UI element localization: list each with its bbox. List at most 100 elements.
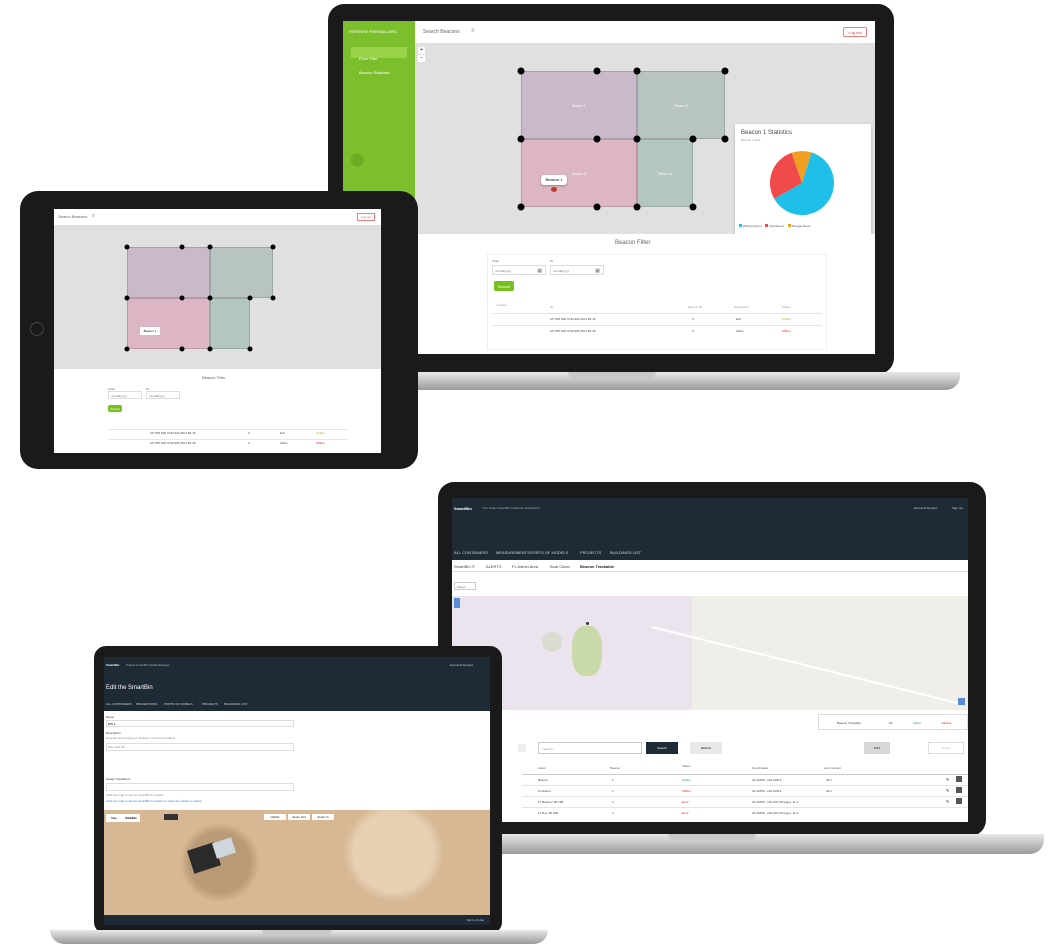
calendar-icon[interactable]: ▦ [595, 268, 600, 274]
room-4[interactable]: Room 4 [637, 139, 693, 207]
corner-node[interactable] [179, 295, 185, 301]
corner-node[interactable] [721, 67, 729, 75]
from-date-input[interactable]: mm/dd/yyyy ▦ [492, 265, 546, 275]
assignment-input[interactable] [106, 783, 294, 791]
nav-tab-projections[interactable]: PROJECTIONS [136, 702, 157, 706]
nav-tab-buildings[interactable]: BUILDINGS LIST [224, 702, 247, 706]
from-date-input[interactable]: mm/dd/yyyy [108, 391, 142, 399]
nav-tab-all-containers[interactable]: ALL CONTAINERS [454, 550, 488, 555]
satellite-map[interactable]: Map Satellite Hybrid Zoom Out Zoom In [104, 810, 490, 915]
corner-node[interactable] [207, 244, 213, 250]
map-button[interactable]: Hybrid [264, 814, 286, 820]
corner-node[interactable] [247, 346, 253, 352]
calendar-icon[interactable]: ▦ [537, 268, 542, 274]
beacon-marker-icon[interactable] [551, 187, 557, 192]
fullscreen-icon[interactable] [958, 698, 965, 705]
corner-node[interactable] [179, 244, 185, 250]
corner-node[interactable] [270, 244, 276, 250]
edit-icon[interactable]: ✎ [946, 777, 949, 782]
search-input[interactable]: Search... [538, 742, 642, 754]
map-button[interactable]: Zoom In [312, 814, 334, 820]
corner-node[interactable] [517, 135, 525, 143]
zoom-out-button[interactable]: − [418, 55, 425, 62]
room-1[interactable]: Room 1 [521, 71, 637, 139]
name-input[interactable]: BIN 1 [106, 720, 294, 727]
corner-node[interactable] [593, 135, 601, 143]
corner-node[interactable] [270, 295, 276, 301]
room-1[interactable] [127, 247, 210, 298]
search-button[interactable]: Search [494, 281, 514, 291]
delete-icon[interactable] [956, 798, 962, 804]
nav-tab-projects[interactable]: PROJECTS [580, 550, 601, 555]
nav-tab-projects[interactable]: PROJECTS [202, 702, 218, 706]
tablet-home-button[interactable] [30, 322, 44, 336]
sign-out-link[interactable]: Sign out [952, 506, 963, 510]
sub-tab-admin[interactable]: FL Admin Area [512, 564, 538, 569]
room-4[interactable] [210, 298, 250, 349]
menu-icon[interactable]: ≡ [92, 213, 95, 219]
corner-node[interactable] [124, 295, 130, 301]
map-help-link[interactable]: Click the map to set the SmartBin's loca… [106, 799, 201, 803]
sidebar-item-floor-plan[interactable]: Floor Plan [351, 47, 407, 61]
to-date-input[interactable]: mm/dd/yyyy [146, 391, 180, 399]
map-button[interactable]: Zoom Out [288, 814, 310, 820]
search-button[interactable]: Search [646, 742, 678, 754]
edit-icon[interactable]: ✎ [946, 788, 949, 793]
corner-node[interactable] [247, 295, 253, 301]
corner-node[interactable] [207, 346, 213, 352]
nav-tab-measurements[interactable]: MEASUREMENTS [496, 550, 530, 555]
to-date-input[interactable]: mm/dd/yyyy ▦ [550, 265, 604, 275]
room-3[interactable]: Room 3 [521, 139, 637, 207]
corner-node[interactable] [207, 295, 213, 301]
corner-node[interactable] [179, 346, 185, 352]
sub-tab-alerts[interactable]: ALERTS [486, 564, 502, 569]
filter-all[interactable]: All [889, 721, 892, 725]
corner-node[interactable] [633, 203, 641, 211]
corner-node[interactable] [517, 67, 525, 75]
user-label[interactable]: Eventual Support [914, 506, 937, 510]
delete-icon[interactable] [956, 787, 962, 793]
map-tab-map[interactable]: Map [106, 814, 122, 822]
sub-tab-beacon-trackable[interactable]: Beacon Trackable [580, 564, 614, 569]
description-input[interactable]: Site Yard 1B [106, 743, 294, 751]
filter-inactive[interactable]: Inactive [941, 721, 951, 725]
expand-icon[interactable] [518, 744, 526, 752]
refresh-button[interactable]: Refresh [690, 742, 722, 754]
filter-active[interactable]: Active [913, 721, 921, 725]
zoom-in-button[interactable]: + [418, 47, 425, 54]
map-view[interactable] [452, 596, 968, 710]
corner-node[interactable] [517, 203, 525, 211]
corner-node[interactable] [689, 203, 697, 211]
logout-button[interactable]: Log out [843, 27, 867, 37]
corner-node[interactable] [593, 67, 601, 75]
room-2[interactable]: Room 2 [637, 71, 725, 139]
map-dropdown[interactable]: Select... [454, 582, 476, 590]
corner-node[interactable] [689, 135, 697, 143]
logout-button[interactable]: Log out [357, 213, 375, 221]
room-3[interactable] [127, 298, 210, 349]
nav-tab-buildings[interactable]: BUILDINGS LIST [610, 550, 641, 555]
corner-node[interactable] [124, 244, 130, 250]
nav-tab-ports[interactable]: PORTS OF MODELS [164, 702, 193, 706]
delete-icon[interactable] [956, 776, 962, 782]
sidebar-item-beacon-statistics[interactable]: Beacon Statistics [351, 61, 407, 75]
room-2[interactable] [210, 247, 273, 298]
export-button[interactable]: Export [928, 742, 964, 754]
corner-node[interactable] [721, 135, 729, 143]
corner-node[interactable] [633, 135, 641, 143]
sub-tab-smartbin[interactable]: SmartBin IT [454, 564, 475, 569]
search-button[interactable]: Search [108, 405, 122, 412]
print-button[interactable]: Print [864, 742, 890, 754]
corner-node[interactable] [593, 203, 601, 211]
map-zoom-control[interactable] [454, 598, 460, 608]
user-label[interactable]: Eventual Support [450, 663, 473, 667]
corner-node[interactable] [124, 346, 130, 352]
menu-icon[interactable]: ≡ [471, 28, 475, 34]
map-marker-icon[interactable] [586, 622, 589, 625]
nav-tab-ports[interactable]: PORTS OF MODELS [530, 550, 568, 555]
assign-dropdown[interactable]: Beacon Trackable [837, 721, 861, 725]
footer-text[interactable]: Terms of Use [466, 918, 484, 922]
sub-tab-boat[interactable]: Boat Clean [550, 564, 570, 569]
nav-tab-all-containers[interactable]: ALL CONTAINERS [106, 702, 132, 706]
corner-node[interactable] [633, 67, 641, 75]
